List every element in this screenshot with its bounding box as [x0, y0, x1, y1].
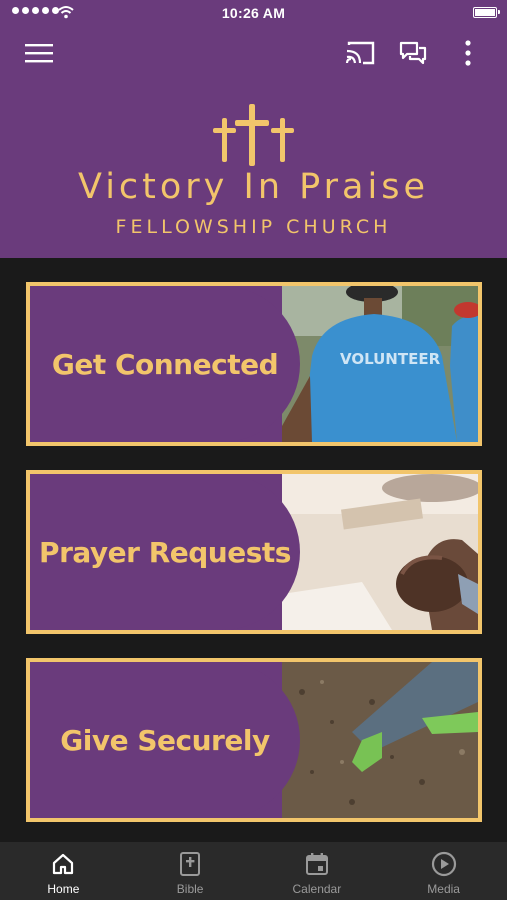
planting-seedling-photo [282, 662, 478, 818]
status-time: 10:26 AM [221, 5, 286, 21]
tab-home[interactable]: Home [0, 842, 127, 900]
hamburger-menu-icon[interactable] [24, 38, 54, 68]
tab-calendar-label: Calendar [292, 882, 342, 896]
tab-bible[interactable]: Bible [127, 842, 254, 900]
get-connected-label: Get Connected [51, 347, 279, 381]
get-connected-card[interactable]: VOLUNTEER Get Connected [26, 282, 482, 446]
bible-icon [180, 852, 201, 876]
battery-icon [473, 7, 500, 18]
give-securely-card[interactable]: Give Securely [26, 658, 482, 822]
tab-media-label: Media [427, 882, 460, 896]
bottom-tab-bar: Home Bible Calendar Media [0, 842, 507, 900]
chat-icon[interactable] [398, 38, 428, 68]
prayer-requests-label: Prayer Requests [39, 535, 291, 569]
three-crosses-logo-icon [213, 104, 294, 166]
volunteer-photo: VOLUNTEER [282, 286, 478, 442]
svg-text:VOLUNTEER: VOLUNTEER [340, 350, 441, 368]
church-name: Victory In Praise [78, 167, 429, 207]
play-circle-icon [431, 851, 456, 877]
cast-icon[interactable] [345, 38, 375, 68]
home-icon [53, 853, 74, 875]
tab-bible-label: Bible [176, 882, 204, 896]
app-header: Victory In Praise FELLOWSHIP CHURCH [0, 28, 507, 258]
status-bar: 10:26 AM [0, 0, 507, 28]
tab-home-label: Home [47, 882, 80, 896]
tab-media[interactable]: Media [380, 842, 507, 900]
prayer-requests-card[interactable]: Prayer Requests [26, 470, 482, 634]
church-subtitle: FELLOWSHIP CHURCH [115, 216, 392, 238]
more-vertical-icon[interactable] [453, 38, 483, 68]
give-securely-label: Give Securely [60, 723, 270, 757]
calendar-icon [305, 853, 328, 875]
praying-hands-photo [282, 474, 478, 630]
tab-calendar[interactable]: Calendar [254, 842, 381, 900]
